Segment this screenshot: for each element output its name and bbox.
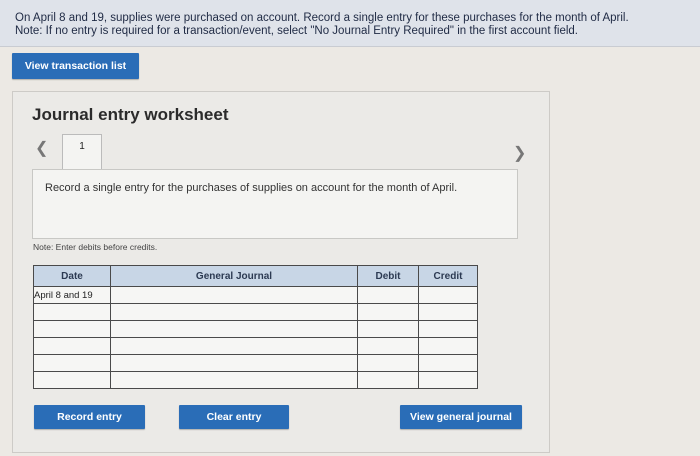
tab-1[interactable]: 1	[62, 134, 102, 169]
account-field[interactable]	[110, 354, 358, 372]
debit-field[interactable]	[357, 337, 419, 355]
instruction-note: Note: If no entry is required for a tran…	[15, 25, 579, 37]
journal-table: Date General Journal Debit Credit April …	[33, 265, 478, 389]
debit-credit-note: Note: Enter debits before credits.	[33, 242, 158, 252]
account-field[interactable]	[110, 303, 358, 321]
table-row	[33, 320, 478, 338]
credit-field[interactable]	[418, 337, 478, 355]
journal-entry-worksheet: Journal entry worksheet ❮ 1 ❯ Record a s…	[12, 91, 550, 453]
account-field[interactable]	[110, 371, 358, 389]
header-date: Date	[33, 265, 111, 287]
credit-field[interactable]	[418, 371, 478, 389]
date-cell	[33, 303, 111, 321]
date-cell	[33, 371, 111, 389]
date-cell: April 8 and 19	[33, 286, 111, 304]
debit-field[interactable]	[357, 303, 419, 321]
credit-field[interactable]	[418, 286, 478, 304]
instruction-text: On April 8 and 19, supplies were purchas…	[15, 12, 629, 24]
header-credit: Credit	[418, 265, 478, 287]
debit-field[interactable]	[357, 320, 419, 338]
table-row: April 8 and 19	[33, 286, 478, 304]
table-row	[33, 354, 478, 372]
debit-field[interactable]	[357, 371, 419, 389]
date-cell	[33, 354, 111, 372]
chevron-right-icon[interactable]: ❯	[513, 143, 526, 163]
view-general-journal-button[interactable]: View general journal	[400, 405, 522, 429]
table-row	[33, 337, 478, 355]
table-header-row: Date General Journal Debit Credit	[33, 265, 478, 287]
credit-field[interactable]	[418, 354, 478, 372]
header-debit: Debit	[357, 265, 419, 287]
date-cell	[33, 320, 111, 338]
record-entry-button[interactable]: Record entry	[34, 405, 145, 429]
instructions-panel: On April 8 and 19, supplies were purchas…	[0, 0, 700, 47]
debit-field[interactable]	[357, 354, 419, 372]
account-field[interactable]	[110, 286, 358, 304]
account-field[interactable]	[110, 320, 358, 338]
description-box: Record a single entry for the purchases …	[32, 169, 518, 239]
header-general-journal: General Journal	[110, 265, 358, 287]
debit-field[interactable]	[357, 286, 419, 304]
account-field[interactable]	[110, 337, 358, 355]
clear-entry-button[interactable]: Clear entry	[179, 405, 289, 429]
credit-field[interactable]	[418, 303, 478, 321]
table-row	[33, 371, 478, 389]
view-transaction-list-button[interactable]: View transaction list	[12, 53, 139, 79]
credit-field[interactable]	[418, 320, 478, 338]
tab-number: 1	[79, 141, 85, 152]
chevron-left-icon[interactable]: ❮	[35, 138, 48, 158]
table-row	[33, 303, 478, 321]
description-text: Record a single entry for the purchases …	[45, 182, 458, 194]
date-cell	[33, 337, 111, 355]
worksheet-title: Journal entry worksheet	[32, 105, 229, 124]
